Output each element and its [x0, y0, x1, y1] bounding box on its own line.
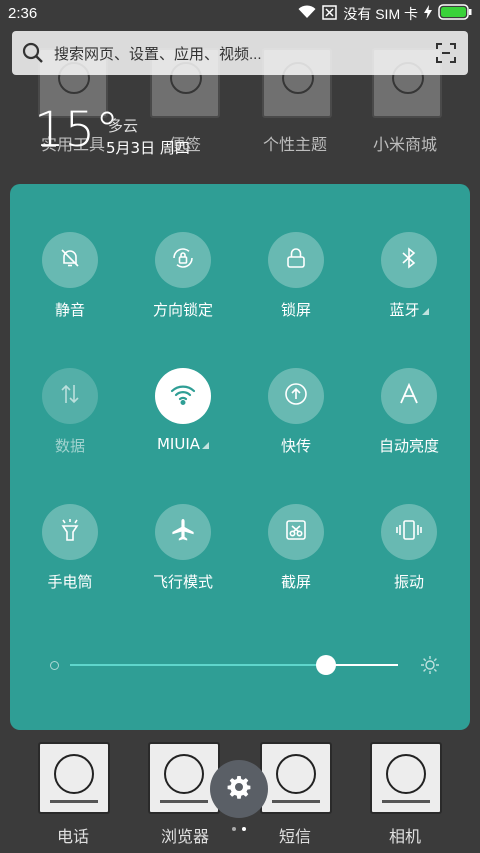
app-label: 小米商城	[372, 137, 437, 154]
brightness-slider[interactable]	[50, 654, 440, 678]
vibrate-icon	[395, 518, 423, 546]
battery-icon	[438, 4, 472, 24]
tile-label: 锁屏	[280, 301, 311, 319]
tile-screenshot[interactable]: 截屏	[240, 504, 352, 592]
page-dot-active	[242, 827, 246, 831]
dock-label: 电话	[56, 829, 89, 846]
search-bar[interactable]: 搜索网页、设置、应用、视频...	[12, 31, 468, 75]
no-sim-text: 没有 SIM 卡	[343, 6, 418, 22]
dock-label: 浏览器	[160, 829, 209, 846]
search-icon	[22, 42, 44, 68]
auto-brightness-icon	[398, 382, 420, 409]
tile-label: 手电筒	[47, 573, 93, 591]
wifi-icon	[170, 383, 196, 409]
tile-screenshot-button[interactable]	[268, 504, 324, 560]
airplane-icon	[170, 517, 196, 547]
tile-label: 方向锁定	[152, 301, 213, 319]
tile-quick-transfer-button[interactable]	[268, 368, 324, 424]
tile-label: 截屏	[280, 573, 311, 591]
screenshot-icon	[284, 518, 308, 546]
app-label: 个性主题	[262, 137, 327, 154]
tile-bluetooth[interactable]: 蓝牙	[353, 232, 465, 320]
dock-icon-messages[interactable]	[260, 742, 332, 814]
tile-label: 自动亮度	[378, 437, 439, 455]
tile-label: 快传	[280, 437, 311, 455]
tile-rotation-lock-button[interactable]	[155, 232, 211, 288]
tile-label: 振动	[393, 573, 424, 591]
tile-quick-transfer[interactable]: 快传	[240, 368, 352, 456]
tile-lock-screen-button[interactable]	[268, 232, 324, 288]
tile-airplane-mode-button[interactable]	[155, 504, 211, 560]
brightness-fill	[70, 664, 326, 666]
tile-mobile-data-button[interactable]	[42, 368, 98, 424]
expand-corner-icon	[202, 442, 210, 449]
tile-label: MIUIA	[127, 435, 239, 453]
brightness-thumb[interactable]	[315, 655, 336, 675]
search-input[interactable]: 搜索网页、设置、应用、视频...	[54, 43, 262, 64]
tile-auto-brightness-button[interactable]	[381, 368, 437, 424]
tile-wifi-button[interactable]	[155, 368, 211, 424]
tile-mute[interactable]: 静音	[14, 232, 126, 320]
scan-icon[interactable]	[436, 43, 456, 67]
tile-lock-screen[interactable]: 锁屏	[240, 232, 352, 320]
sim-missing-icon	[322, 4, 338, 24]
tile-label: 数据	[54, 437, 85, 455]
gear-icon	[227, 775, 251, 803]
weather-date: 5月3日 周四	[106, 139, 190, 157]
tile-rotation-lock[interactable]: 方向锁定	[127, 232, 239, 320]
brightness-low-icon	[50, 661, 59, 670]
tile-auto-brightness[interactable]: 自动亮度	[353, 368, 465, 456]
dock-icon-phone[interactable]	[38, 742, 110, 814]
rotation-lock-icon	[170, 245, 196, 275]
weather-condition: 多云	[108, 117, 139, 135]
mobile-data-icon	[60, 383, 80, 409]
tile-flashlight[interactable]: 手电筒	[14, 504, 126, 592]
settings-button[interactable]	[210, 760, 268, 818]
bell-off-icon	[58, 246, 82, 274]
brightness-high-icon	[420, 655, 440, 679]
brightness-track[interactable]	[70, 655, 398, 675]
tile-mute-button[interactable]	[42, 232, 98, 288]
flashlight-icon	[59, 517, 81, 547]
page-indicator	[232, 827, 246, 831]
tile-label: 静音	[54, 301, 85, 319]
status-bar: 2:36 没有 SIM 卡	[0, 0, 480, 28]
tile-mobile-data[interactable]: 数据	[14, 368, 126, 456]
page-dot	[232, 827, 236, 831]
status-time: 2:36	[8, 5, 38, 22]
tile-wifi[interactable]: MIUIA	[127, 368, 239, 453]
tile-airplane-mode[interactable]: 飞行模式	[127, 504, 239, 592]
tile-vibrate-button[interactable]	[381, 504, 437, 560]
lock-icon	[285, 246, 307, 274]
tile-vibrate[interactable]: 振动	[353, 504, 465, 592]
expand-corner-icon	[421, 308, 429, 315]
tile-label: 飞行模式	[152, 573, 213, 591]
bluetooth-icon	[400, 246, 418, 274]
tile-bluetooth-button[interactable]	[381, 232, 437, 288]
tile-label: 蓝牙	[353, 299, 465, 320]
dock-icon-browser[interactable]	[148, 742, 220, 814]
dock-label: 相机	[388, 829, 421, 846]
upload-icon	[283, 381, 309, 411]
dock-icon-camera[interactable]	[370, 742, 442, 814]
wifi-icon	[298, 5, 316, 23]
tile-flashlight-button[interactable]	[42, 504, 98, 560]
dock-label: 短信	[278, 829, 311, 846]
charging-icon	[424, 5, 432, 23]
quick-settings-panel: 静音 方向锁定 锁屏 蓝牙 数据 MIUIA 快传 自动亮度 手电筒 飞行模式 …	[10, 184, 470, 730]
